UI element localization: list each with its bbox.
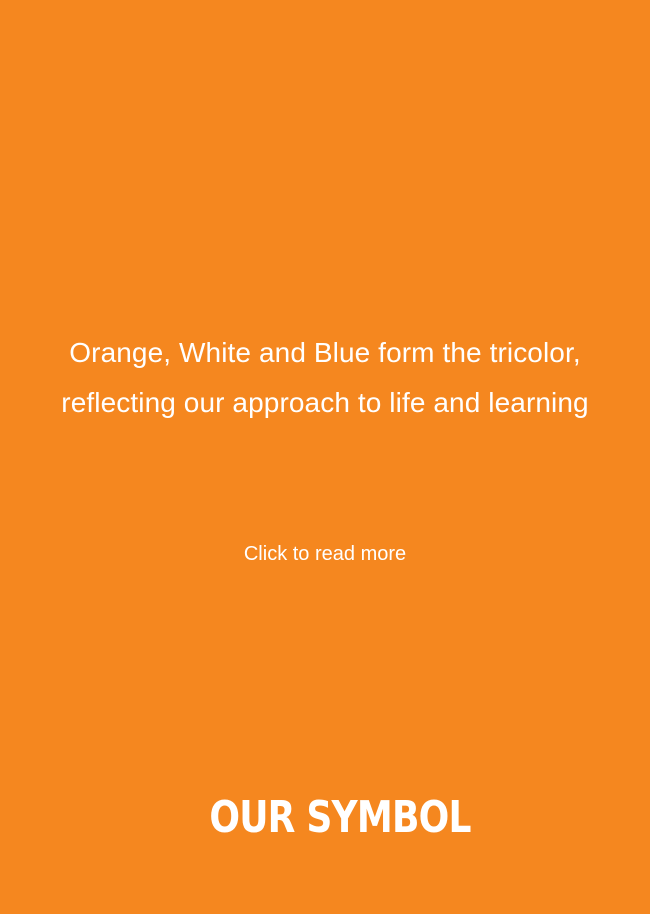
symbol-card[interactable]: Orange, White and Blue form the tricolor… xyxy=(0,0,650,914)
read-more-link[interactable]: Click to read more xyxy=(0,540,650,568)
symbol-description: Orange, White and Blue form the tricolor… xyxy=(61,337,589,418)
card-title: OUR SYMBOL xyxy=(209,792,471,843)
